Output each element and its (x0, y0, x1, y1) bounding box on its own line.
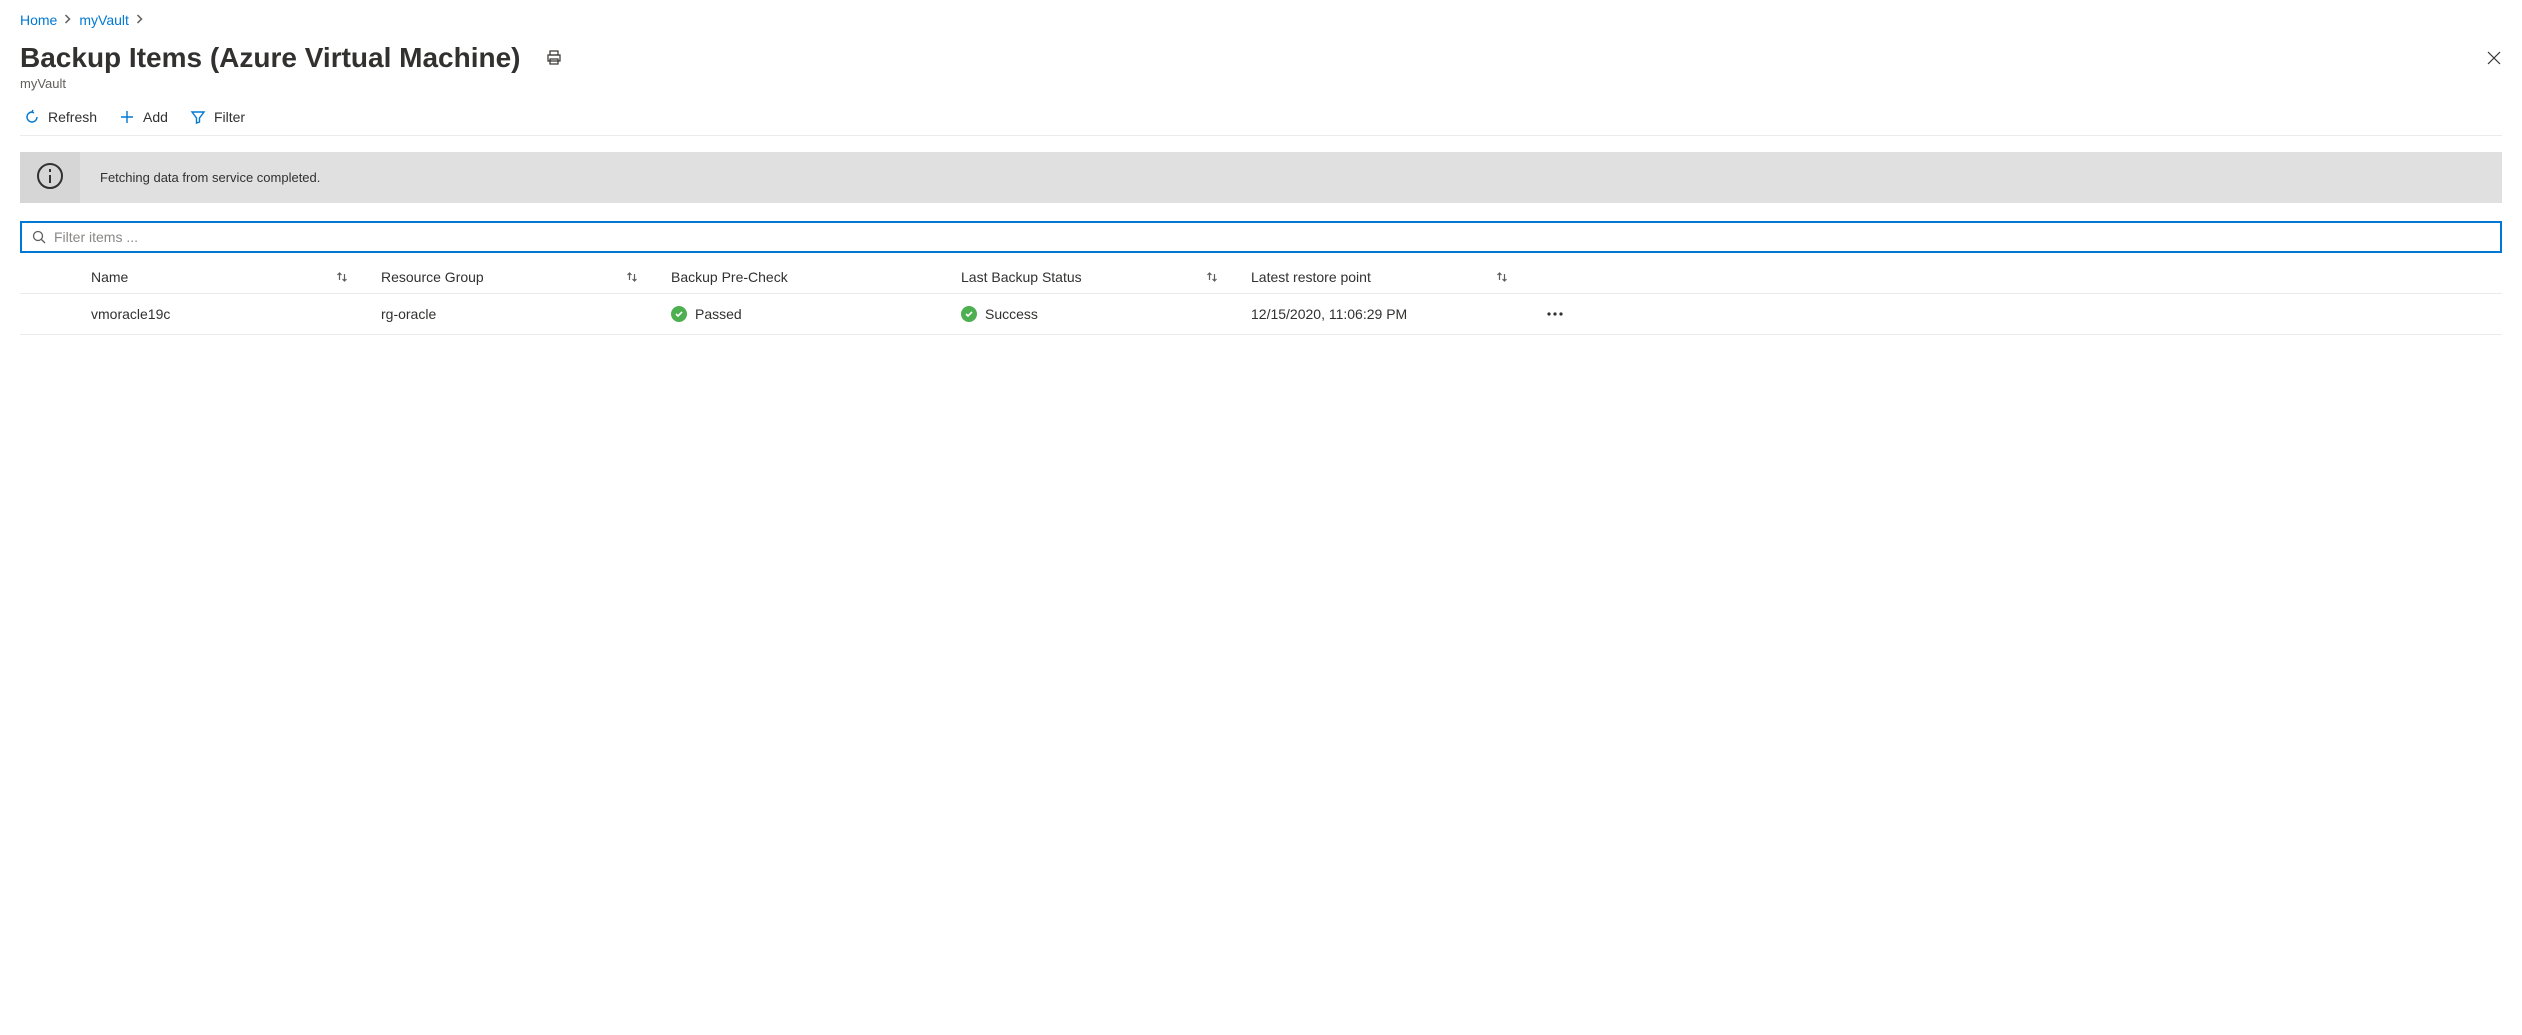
refresh-label: Refresh (48, 109, 97, 125)
breadcrumb-home[interactable]: Home (20, 12, 57, 28)
info-banner: Fetching data from service completed. (20, 152, 2502, 203)
header-label: Backup Pre-Check (671, 269, 788, 285)
filter-label: Filter (214, 109, 245, 125)
toolbar: Refresh Add Filter (20, 101, 2502, 136)
plus-icon (119, 109, 135, 125)
sort-icon[interactable] (1205, 270, 1219, 284)
filter-input[interactable] (54, 229, 2490, 245)
column-header-status[interactable]: Last Backup Status (945, 269, 1235, 285)
chevron-right-icon (135, 13, 145, 27)
column-header-name[interactable]: Name (75, 269, 365, 285)
breadcrumb: Home myVault (20, 12, 2502, 28)
cell-status: Success (985, 306, 1038, 322)
funnel-icon (190, 109, 206, 125)
filter-button[interactable]: Filter (190, 109, 245, 125)
cell-restore: 12/15/2020, 11:06:29 PM (1251, 306, 1407, 322)
refresh-icon (24, 109, 40, 125)
sort-icon[interactable] (335, 270, 349, 284)
add-label: Add (143, 109, 168, 125)
info-icon (35, 161, 65, 194)
header-label: Latest restore point (1251, 269, 1371, 285)
header-label: Last Backup Status (961, 269, 1082, 285)
page-subtitle: myVault (20, 76, 2502, 91)
cell-name: vmoracle19c (91, 306, 170, 322)
backup-items-table: Name Resource Group Back (20, 261, 2502, 335)
column-header-restore[interactable]: Latest restore point (1235, 269, 1525, 285)
filter-box[interactable] (20, 221, 2502, 253)
print-icon[interactable] (545, 49, 563, 67)
refresh-button[interactable]: Refresh (24, 109, 97, 125)
add-button[interactable]: Add (119, 109, 168, 125)
banner-message: Fetching data from service completed. (80, 152, 340, 203)
header-label: Resource Group (381, 269, 484, 285)
close-icon[interactable] (2486, 50, 2502, 66)
table-row[interactable]: vmoracle19c rg-oracle Passed Succ (20, 294, 2502, 335)
header-label: Name (91, 269, 128, 285)
sort-icon[interactable] (1495, 270, 1509, 284)
cell-resource-group: rg-oracle (381, 306, 436, 322)
cell-precheck: Passed (695, 306, 742, 322)
search-icon (32, 230, 46, 244)
chevron-right-icon (63, 13, 73, 27)
sort-icon[interactable] (625, 270, 639, 284)
more-actions-icon[interactable] (1547, 312, 1563, 316)
page-title: Backup Items (Azure Virtual Machine) (20, 42, 521, 74)
column-header-resource-group[interactable]: Resource Group (365, 269, 655, 285)
table-header: Name Resource Group Back (20, 261, 2502, 294)
check-circle-icon (961, 306, 977, 322)
breadcrumb-vault[interactable]: myVault (79, 12, 129, 28)
check-circle-icon (671, 306, 687, 322)
column-header-precheck[interactable]: Backup Pre-Check (655, 269, 945, 285)
